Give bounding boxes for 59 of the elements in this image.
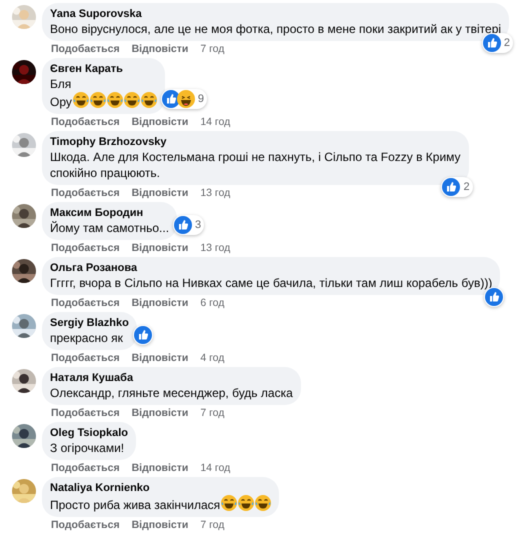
action-link[interactable]: Подобається [51, 296, 120, 310]
action-link[interactable]: Подобається [51, 42, 120, 56]
action-link[interactable]: Відповісти [132, 242, 188, 254]
timestamp[interactable]: 14 год [200, 462, 230, 474]
action-link[interactable]: Відповісти [132, 406, 188, 420]
timestamp[interactable]: 7 год [200, 42, 224, 56]
reaction-badge[interactable]: 2 [441, 177, 473, 197]
action-link[interactable]: Відповісти [132, 518, 188, 532]
action-link[interactable]: Подобається [51, 462, 120, 474]
author-name[interactable]: Timophy Brzhozovsky [50, 135, 461, 149]
reaction-count: 2 [463, 180, 470, 195]
action-link[interactable]: Подобається [51, 186, 120, 200]
comment-text: Олександр, гляньте месенджер, будь ласка [50, 385, 293, 401]
laughing-face-icon [124, 92, 140, 108]
action-link[interactable]: Відповісти [132, 296, 188, 310]
timestamp[interactable]: 13 год [200, 186, 230, 200]
timestamp[interactable]: 14 год [200, 116, 230, 128]
action-link[interactable]: Відповісти [132, 352, 188, 364]
author-name[interactable]: Євген Карать [50, 62, 157, 76]
action-link[interactable]: Подобається [51, 518, 120, 532]
laughing-face-icon [140, 92, 157, 108]
timestamp[interactable]: 4 год [200, 352, 224, 364]
action-link[interactable]: Подобається [51, 406, 120, 420]
comment-text: прекрасно як [50, 330, 124, 346]
reaction-badge[interactable]: 3 [173, 215, 204, 235]
comment-text: Просто риба жива закінчилася [50, 495, 272, 513]
laughing-face-icon [221, 495, 238, 511]
comment-text: З огірочками! [50, 440, 126, 456]
author-name[interactable]: Yana Suporovska [50, 7, 502, 21]
action-link[interactable]: Подобається [51, 352, 120, 364]
timestamp[interactable]: 7 год [200, 406, 224, 420]
action-link[interactable]: Відповісти [132, 42, 188, 56]
author-name[interactable]: Oleg Tsiopkalo [50, 426, 128, 440]
action-link[interactable]: Подобається [51, 242, 120, 254]
comment-text: Бля Ору [50, 76, 157, 110]
author-name[interactable]: Nataliya Kornienko [50, 481, 272, 495]
action-link[interactable]: Відповісти [132, 462, 188, 474]
author-name[interactable]: Sergiy Blazhko [50, 316, 129, 330]
action-link[interactable]: Подобається [51, 116, 120, 128]
laughing-face-icon [72, 92, 89, 108]
comment-text: Ггггг, вчора в Сільпо на Нивках саме це бачила, тільки там лиш корабель був))) [50, 275, 492, 291]
timestamp[interactable]: 6 год [200, 296, 224, 310]
laughing-face-icon [90, 92, 106, 108]
action-link[interactable]: Відповісти [132, 186, 188, 200]
laughing-face-icon [238, 495, 254, 511]
timestamp[interactable]: 13 год [200, 242, 230, 254]
reaction-count: 3 [195, 218, 202, 233]
timestamp[interactable]: 7 год [200, 518, 224, 532]
reaction-count: 2 [504, 36, 510, 51]
reaction-badge[interactable]: 2 [482, 33, 514, 53]
laughing-face-icon [255, 495, 272, 511]
author-name[interactable]: Максим Бородин [50, 206, 170, 220]
laughing-face-icon [106, 92, 123, 108]
author-name[interactable]: Наталя Кушаба [50, 371, 293, 385]
reaction-count: 9 [198, 92, 204, 107]
action-link[interactable]: Відповісти [132, 116, 188, 128]
reaction-badge[interactable]: 9 [160, 89, 207, 109]
comment-text: Йому там самотньо... [50, 220, 170, 236]
author-name[interactable]: Ольга Розанова [50, 261, 492, 275]
